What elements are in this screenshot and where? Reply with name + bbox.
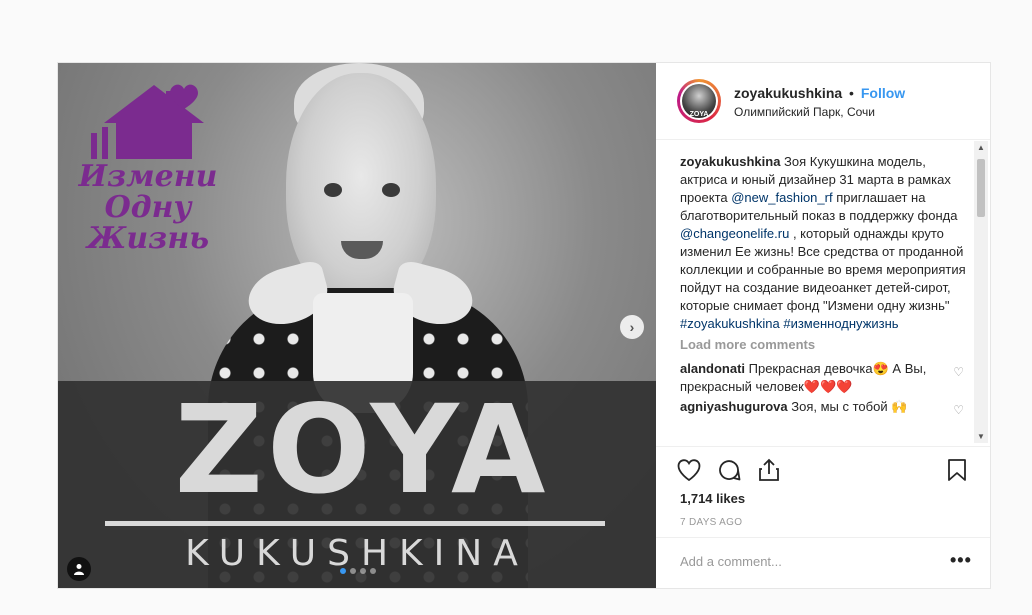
carousel-dot [350,568,356,574]
caption-username[interactable]: zoyakukushkina [680,154,780,169]
scroll-up-icon[interactable]: ▲ [977,143,985,152]
photo-eye-right [382,183,400,197]
user-tag-icon[interactable] [67,557,91,581]
scroll-down-icon[interactable]: ▼ [977,432,985,441]
comment-username[interactable]: agniyashugurova [680,399,788,414]
photo-eye-left [324,183,342,197]
charity-logo-text: Измени Одну Жизнь [68,161,228,254]
post-sidebar: ZOYA zoyakukushkina • Follow Олимпийский… [656,63,990,588]
comment-like-icon[interactable]: ♡ [953,363,964,381]
load-more-comments-button[interactable]: Load more comments [680,336,970,354]
mention-link[interactable]: @changeonelife.ru [680,226,789,241]
comment-text: Зоя, мы с тобой 🙌 [787,399,908,414]
comment-item: alandonati Прекрасная девочка😍 А Вы, пре… [680,360,970,396]
comment-icon[interactable] [716,457,742,483]
separator-dot: • [849,85,854,101]
hashtag-link[interactable]: #zoyakukushkina [680,316,780,331]
add-comment-section: ••• [656,537,990,589]
post-caption: zoyakukushkina Зоя Кукушкина модель, акт… [680,153,970,333]
share-icon[interactable] [756,457,782,483]
carousel-indicator [340,568,376,574]
follow-button[interactable]: Follow [861,85,905,101]
banner-title: ZOYA [174,379,550,521]
instagram-post: Измени Одну Жизнь ZOYA KUKUSHKINA › ZOYA… [57,62,991,589]
logo-line-3: Жизнь [87,221,209,256]
header-username[interactable]: zoyakukushkina [734,85,842,101]
scrollbar-thumb[interactable] [977,159,985,217]
comment-item: agniyashugurova Зоя, мы с тобой 🙌 ♡ [680,398,970,419]
comment-like-icon[interactable]: ♡ [953,401,964,419]
carousel-dot [340,568,346,574]
likes-count[interactable]: 1,714 likes [680,491,745,506]
username-row: zoyakukushkina • Follow [734,85,905,101]
avatar[interactable]: ZOYA [677,79,721,123]
bookmark-icon[interactable] [944,457,970,483]
add-comment-input[interactable] [680,554,940,569]
chevron-right-icon[interactable]: › [620,315,644,339]
carousel-dot [360,568,366,574]
post-timestamp[interactable]: 7 DAYS AGO [680,517,742,528]
logo-line-1: Измени [78,159,218,194]
action-bar [656,446,990,487]
location-link[interactable]: Олимпийский Парк, Сочи [734,105,875,119]
carousel-dot [370,568,376,574]
comments-list[interactable]: zoyakukushkina Зоя Кукушкина модель, акт… [680,153,970,438]
house-heart-icon [91,84,204,159]
heart-icon[interactable] [676,457,702,483]
mention-link[interactable]: @new_fashion_rf [731,190,832,205]
hashtag-link[interactable]: #изменноднужизнь [783,316,898,331]
comments-scrollbar[interactable]: ▲ ▼ [974,141,988,443]
logo-line-2: Одну [104,190,192,225]
avatar-image: ZOYA [682,84,716,118]
more-options-icon[interactable]: ••• [950,550,972,571]
banner-divider [105,521,605,526]
post-header: ZOYA zoyakukushkina • Follow Олимпийский… [656,63,990,140]
comment-username[interactable]: alandonati [680,361,745,376]
post-media[interactable]: Измени Одну Жизнь ZOYA KUKUSHKINA › [58,63,656,588]
avatar-label: ZOYA [689,111,709,118]
